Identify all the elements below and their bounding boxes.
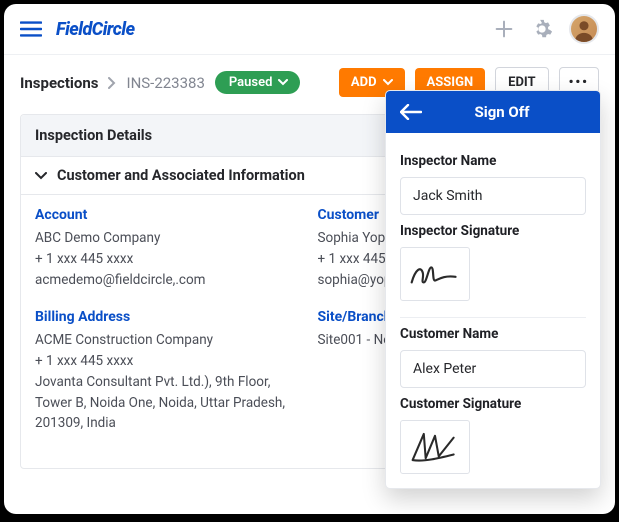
breadcrumb-id: INS-223383 bbox=[126, 74, 204, 92]
customer-signature-label: Customer Signature bbox=[400, 396, 586, 412]
account-block: Account ABC Demo Company + 1 xxx 445 xxx… bbox=[35, 207, 302, 291]
chevron-right-icon bbox=[108, 77, 116, 89]
chevron-down-icon bbox=[278, 79, 288, 86]
billing-line2: + 1 xxx 445 xxxx bbox=[35, 351, 302, 372]
status-text: Paused bbox=[229, 75, 273, 90]
account-email: acmedemo@fieldcircle,.com bbox=[35, 270, 302, 291]
customer-name-input[interactable] bbox=[400, 350, 586, 388]
chevron-down-icon bbox=[383, 79, 393, 86]
signoff-title: Sign Off bbox=[418, 103, 586, 121]
billing-block: Billing Address ACME Construction Compan… bbox=[35, 309, 302, 435]
avatar[interactable] bbox=[569, 14, 599, 44]
hamburger-icon[interactable] bbox=[20, 20, 42, 38]
add-button-label: ADD bbox=[351, 75, 377, 90]
signoff-panel: Sign Off Inspector Name Inspector Signat… bbox=[385, 90, 601, 489]
gear-icon[interactable] bbox=[531, 18, 553, 40]
signature-icon bbox=[407, 255, 463, 293]
account-name: ABC Demo Company bbox=[35, 228, 302, 249]
inspector-name-label: Inspector Name bbox=[400, 153, 586, 169]
billing-label: Billing Address bbox=[35, 309, 302, 325]
signature-icon bbox=[407, 427, 463, 467]
brand-logo: FieldCircle bbox=[56, 19, 135, 40]
account-label: Account bbox=[35, 207, 302, 223]
billing-line3: Jovanta Consultant Pvt. Ltd.), 9th Floor… bbox=[35, 372, 295, 435]
breadcrumb-root[interactable]: Inspections bbox=[20, 74, 98, 92]
inspector-signature-box[interactable] bbox=[400, 247, 470, 301]
inspector-name-input[interactable] bbox=[400, 177, 586, 215]
plus-icon[interactable] bbox=[493, 18, 515, 40]
customer-signature-box[interactable] bbox=[400, 420, 470, 474]
billing-line1: ACME Construction Company bbox=[35, 330, 302, 351]
customer-name-label: Customer Name bbox=[400, 326, 586, 342]
account-phone: + 1 xxx 445 xxxx bbox=[35, 249, 302, 270]
section-title: Customer and Associated Information bbox=[57, 167, 305, 184]
divider bbox=[400, 317, 586, 318]
status-badge[interactable]: Paused bbox=[215, 71, 301, 94]
chevron-down-icon bbox=[35, 172, 47, 180]
inspector-signature-label: Inspector Signature bbox=[400, 223, 586, 239]
